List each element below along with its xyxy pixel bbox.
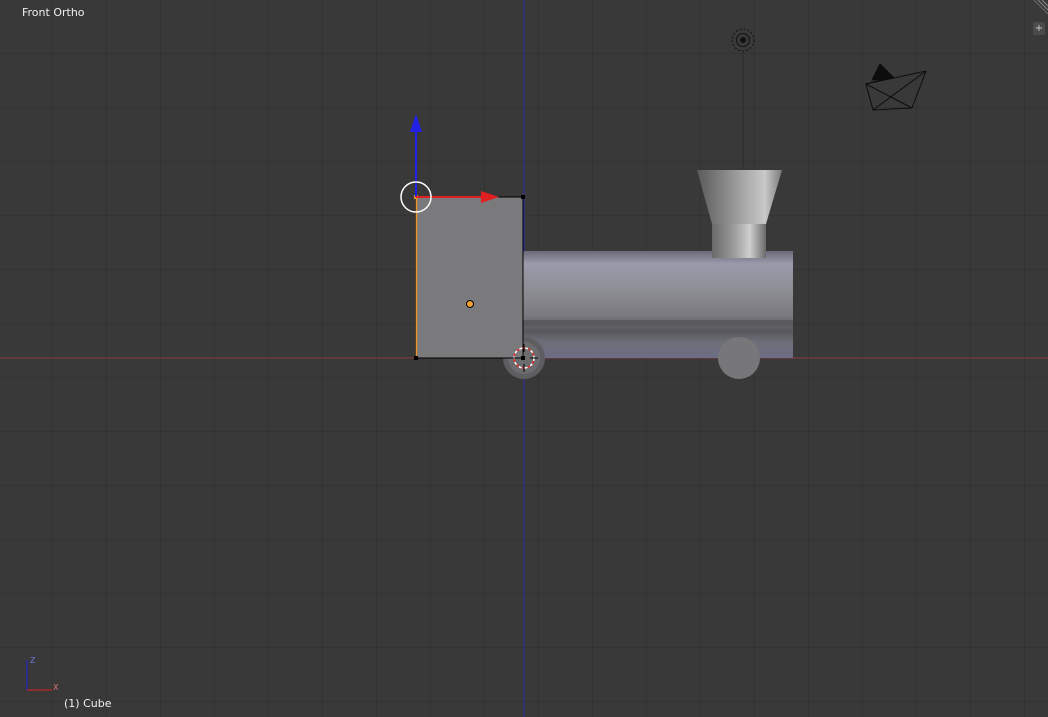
funnel bbox=[697, 170, 782, 224]
funnel-neck bbox=[712, 224, 766, 258]
boiler-stripe bbox=[522, 320, 793, 326]
front-wheel bbox=[718, 337, 760, 379]
camera-icon[interactable] bbox=[865, 63, 927, 111]
add-region-icon[interactable]: + bbox=[1033, 22, 1045, 35]
region-split-handle[interactable] bbox=[1034, 0, 1048, 14]
lamp-icon[interactable] bbox=[731, 28, 755, 170]
3d-viewport[interactable]: Front Ortho (1) Cube Z X + bbox=[0, 0, 1048, 717]
scene-canvas[interactable] bbox=[0, 0, 1048, 717]
origin-dot-icon bbox=[466, 300, 474, 308]
axis-label-z: Z bbox=[30, 656, 36, 665]
view-label: Front Ortho bbox=[22, 6, 85, 19]
active-object-label: (1) Cube bbox=[64, 697, 112, 710]
selected-cube[interactable] bbox=[414, 195, 525, 360]
axis-label-x: X bbox=[53, 683, 59, 692]
